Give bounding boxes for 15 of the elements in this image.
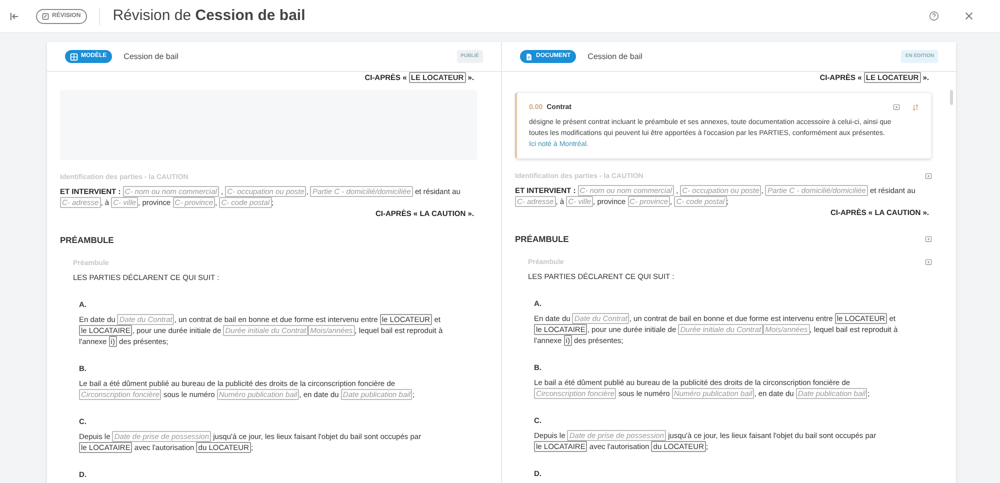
scrollbar-thumb <box>950 90 953 105</box>
help-icon[interactable] <box>929 11 939 21</box>
section-heading: PRÉAMBULE <box>515 234 570 245</box>
comment-icon[interactable] <box>893 104 900 111</box>
sort-icon[interactable] <box>912 104 919 111</box>
close-icon[interactable] <box>965 12 973 20</box>
comment-icon[interactable] <box>925 259 932 266</box>
document-title: Cession de bail <box>124 50 178 62</box>
section-heading: PRÉAMBULE <box>60 235 115 246</box>
document-title: Cession de bail <box>588 50 642 62</box>
page-title: Révision de Cession de bail <box>112 6 306 26</box>
collapse-icon[interactable] <box>10 12 19 20</box>
comment-icon[interactable] <box>925 236 932 243</box>
comment-icon[interactable] <box>925 173 932 180</box>
revision-icon <box>42 12 49 20</box>
